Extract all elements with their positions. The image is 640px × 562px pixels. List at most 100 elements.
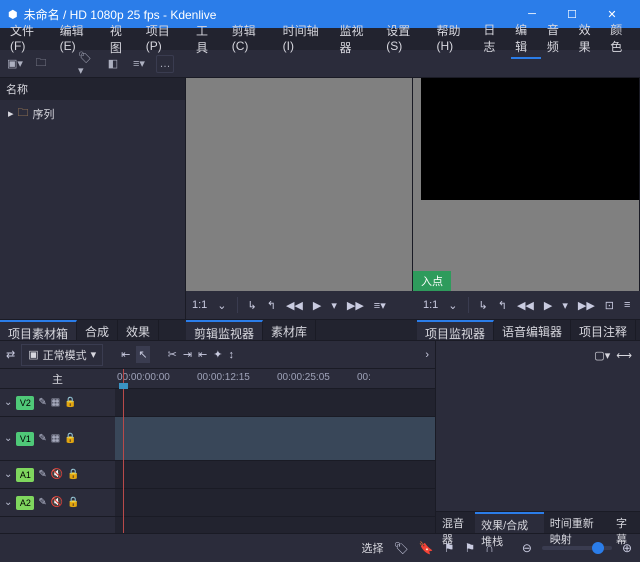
playhead[interactable] bbox=[123, 369, 124, 533]
more-icon-2[interactable]: ≡ bbox=[624, 299, 630, 311]
menu-view[interactable]: 视图 bbox=[104, 20, 138, 58]
add-clip-button[interactable]: ▣▾ bbox=[6, 55, 24, 73]
zoom-in-icon[interactable]: ⊕ bbox=[622, 541, 632, 555]
expand-icon[interactable]: › bbox=[425, 349, 429, 361]
tag-button[interactable]: 🏷▾ bbox=[78, 55, 96, 73]
track-area-a2[interactable] bbox=[115, 489, 435, 517]
selection-tool-icon[interactable]: ↖ bbox=[136, 346, 149, 363]
fx-param-icon[interactable]: ▢▾ bbox=[594, 349, 610, 362]
effect-stack-body bbox=[436, 369, 640, 511]
filter-button[interactable]: ◧ bbox=[104, 55, 122, 73]
mark-out-icon-2[interactable]: ↰ bbox=[498, 299, 507, 312]
project-monitor: 入点 bbox=[413, 78, 640, 291]
snap-icon[interactable]: ∩ bbox=[485, 541, 494, 555]
menu-project[interactable]: 项目(P) bbox=[140, 20, 188, 58]
chevron-down-icon-2[interactable]: ⌄ bbox=[448, 299, 457, 312]
more-icon[interactable]: ≡▾ bbox=[374, 299, 386, 312]
clip-transport: 1:1 ⌄ ↳ ↰ ◀◀ ▶ ▾ ▶▶ ≡▾ bbox=[186, 291, 417, 319]
column-header-name[interactable]: 名称 bbox=[0, 78, 185, 100]
bookmark-icon[interactable]: 🔖 bbox=[419, 541, 434, 555]
guide-icon[interactable]: ↕ bbox=[228, 349, 234, 361]
menu-clip[interactable]: 剪辑(C) bbox=[226, 20, 275, 58]
track-compositing-icon[interactable]: ⇄ bbox=[6, 348, 15, 361]
folder-button[interactable]: 🗀 bbox=[32, 55, 50, 73]
mark-in-icon-2[interactable]: ↳ bbox=[479, 299, 488, 312]
tab-remap[interactable]: 时间重新映射 bbox=[544, 512, 610, 533]
favorite-icon[interactable]: ✦ bbox=[213, 348, 222, 361]
fx-expand-icon[interactable]: ⟷ bbox=[616, 349, 632, 362]
cut-icon[interactable]: ✂ bbox=[168, 348, 177, 361]
project-transport: 1:1 ⌄ ↳ ↰ ◀◀ ▶ ▾ ▶▶ ⊡ ≡ bbox=[417, 291, 640, 319]
tab-project-bin[interactable]: 项目素材箱 bbox=[0, 320, 77, 340]
video-preview bbox=[421, 78, 639, 200]
menu-monitor[interactable]: 监视器 bbox=[334, 20, 379, 58]
app-icon: ⬢ bbox=[8, 8, 18, 21]
tab-color[interactable]: 颜色 bbox=[606, 19, 636, 59]
tab-project-notes[interactable]: 项目注释 bbox=[571, 320, 636, 340]
edit-mode-select[interactable]: ▣ 正常模式 ▾ bbox=[21, 344, 103, 366]
sequence-label: 序列 bbox=[33, 106, 55, 122]
track-v1[interactable]: ⌄V1✎▦🔒 bbox=[0, 417, 115, 461]
tab-project-monitor[interactable]: 项目监视器 bbox=[417, 320, 494, 340]
rewind-icon[interactable]: ◀◀ bbox=[286, 299, 303, 312]
timecode-2: 00:00:25:05 bbox=[275, 369, 355, 388]
timecode-1: 00:00:12:15 bbox=[195, 369, 275, 388]
timeline-ruler[interactable]: 00:00:00:00 00:00:12:15 00:00:25:05 00: bbox=[115, 369, 435, 389]
rewind-icon-2[interactable]: ◀◀ bbox=[517, 299, 534, 312]
track-a1[interactable]: ⌄A1✎🔇🔒 bbox=[0, 461, 115, 489]
mark-out-icon[interactable]: ↰ bbox=[267, 299, 276, 312]
zone-in-icon[interactable]: ⇥ bbox=[183, 348, 192, 361]
flag-icon[interactable]: ⚑ bbox=[444, 541, 455, 555]
tab-compositing[interactable]: 合成 bbox=[77, 320, 118, 340]
tab-stack[interactable]: 效果/合成堆栈 bbox=[475, 512, 544, 533]
timecode-3: 00: bbox=[355, 369, 435, 388]
track-area-v2[interactable] bbox=[115, 389, 435, 417]
tab-library[interactable]: 素材库 bbox=[263, 320, 316, 340]
status-select: 选择 bbox=[362, 540, 384, 556]
chevron-right-icon: ▸ bbox=[8, 107, 14, 120]
clip-monitor bbox=[186, 78, 413, 291]
tab-effect[interactable]: 效果 bbox=[575, 19, 605, 59]
play-icon-2[interactable]: ▶ bbox=[544, 299, 552, 312]
forward-icon-2[interactable]: ▶▶ bbox=[578, 299, 595, 312]
zoom-ratio[interactable]: 1:1 bbox=[192, 299, 207, 311]
track-area-v1[interactable] bbox=[115, 417, 435, 461]
menu-timeline[interactable]: 时间轴(I) bbox=[277, 20, 332, 58]
edit-mode-icon[interactable]: ⊡ bbox=[605, 299, 614, 312]
track-a2[interactable]: ⌄A2✎🔇🔒 bbox=[0, 489, 115, 517]
track-area-a1[interactable] bbox=[115, 461, 435, 489]
tab-log[interactable]: 日志 bbox=[479, 19, 509, 59]
more-button[interactable]: … bbox=[156, 55, 174, 73]
menu-help[interactable]: 帮助(H) bbox=[430, 20, 479, 58]
tab-speech-editor[interactable]: 语音编辑器 bbox=[494, 320, 571, 340]
menu-tool[interactable]: 工具 bbox=[190, 20, 224, 58]
play-icon[interactable]: ▶ bbox=[313, 299, 321, 312]
in-point-label[interactable]: 入点 bbox=[413, 271, 451, 291]
zoom-ratio-2[interactable]: 1:1 bbox=[423, 299, 438, 311]
spacer-tool-icon[interactable]: ⇤ bbox=[121, 348, 130, 361]
tab-edit[interactable]: 编辑 bbox=[511, 19, 541, 59]
options-button[interactable]: ≡▾ bbox=[130, 55, 148, 73]
tab-mixer[interactable]: 混音器 bbox=[436, 512, 475, 533]
zoom-out-icon[interactable]: ⊖ bbox=[522, 541, 532, 555]
folder-icon: 🗀 bbox=[18, 104, 29, 123]
zone-out-icon[interactable]: ⇤ bbox=[198, 348, 207, 361]
forward-icon[interactable]: ▶▶ bbox=[347, 299, 364, 312]
tab-effects[interactable]: 效果 bbox=[118, 320, 159, 340]
chevron-down-icon[interactable]: ⌄ bbox=[217, 299, 226, 312]
zoom-slider[interactable] bbox=[542, 546, 612, 550]
tab-subtitle[interactable]: 字幕 bbox=[610, 512, 640, 533]
master-track[interactable]: 主 bbox=[0, 369, 115, 389]
sequence-item[interactable]: ▸ 🗀 序列 bbox=[0, 100, 185, 127]
mark-in-icon[interactable]: ↳ bbox=[248, 299, 257, 312]
flag2-icon[interactable]: ⚑ bbox=[464, 541, 475, 555]
play-dd-icon[interactable]: ▾ bbox=[331, 299, 337, 312]
tag-tool-icon[interactable]: 🏷 bbox=[394, 541, 409, 555]
tab-clip-monitor[interactable]: 剪辑监视器 bbox=[186, 320, 263, 340]
menu-file[interactable]: 文件(F) bbox=[4, 20, 52, 58]
menu-settings[interactable]: 设置(S) bbox=[380, 20, 428, 58]
track-v2[interactable]: ⌄V2✎▦🔒 bbox=[0, 389, 115, 417]
tab-audio[interactable]: 音频 bbox=[543, 19, 573, 59]
play-dd-icon-2[interactable]: ▾ bbox=[562, 299, 568, 312]
transport-spacer bbox=[0, 291, 186, 319]
